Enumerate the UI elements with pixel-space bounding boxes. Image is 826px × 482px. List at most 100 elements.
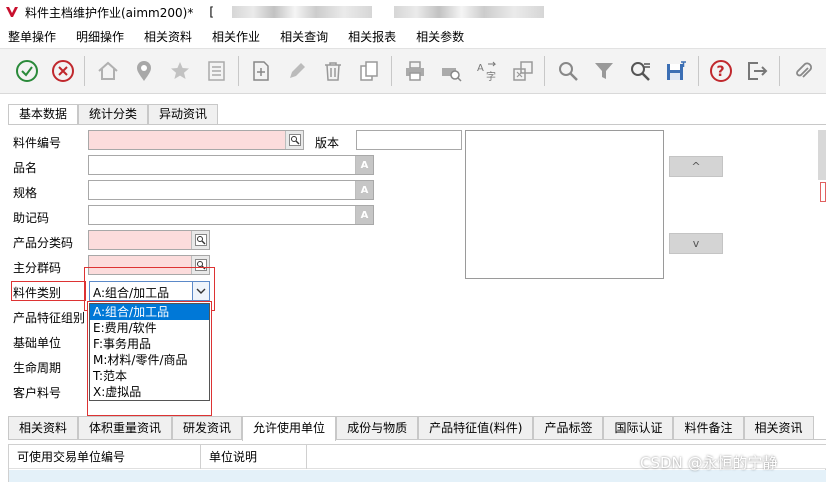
menu-item-batch[interactable]: 整单操作 bbox=[8, 28, 56, 45]
list-icon[interactable] bbox=[204, 58, 229, 84]
save-icon[interactable] bbox=[664, 58, 689, 84]
menu-item-detail[interactable]: 明细操作 bbox=[76, 28, 124, 45]
mnemonic-label: 助记码 bbox=[13, 211, 50, 225]
toolbar-separator bbox=[544, 56, 546, 86]
toolbar-separator bbox=[84, 56, 86, 86]
tab-change-info[interactable]: 异动资讯 bbox=[148, 104, 219, 124]
trash-icon[interactable] bbox=[321, 58, 346, 84]
tab-composition[interactable]: 成份与物质 bbox=[336, 416, 419, 439]
version-field[interactable] bbox=[356, 130, 462, 150]
item-type-dropdown: A:组合/加工品 E:费用/软件 F:事务用品 M:材料/零件/商品 T:范本 … bbox=[87, 301, 212, 416]
spec-label: 规格 bbox=[13, 186, 38, 200]
tab-product-label[interactable]: 产品标签 bbox=[533, 416, 604, 439]
menu-item-related-ops[interactable]: 相关作业 bbox=[212, 28, 260, 45]
mnemonic-field[interactable]: A bbox=[88, 205, 374, 225]
item-type-value: A:组合/加工品 bbox=[93, 286, 170, 300]
column-header-unit-desc[interactable]: 单位说明 bbox=[201, 445, 307, 469]
search-icon[interactable] bbox=[555, 58, 580, 84]
item-image-box bbox=[465, 130, 664, 279]
item-type-select[interactable]: A:组合/加工品 bbox=[89, 281, 210, 301]
detail-tabs: 相关资料 体积重量资讯 研发资讯 允许使用单位 成份与物质 产品特征值(料件) … bbox=[8, 416, 826, 441]
tab-rd-info[interactable]: 研发资讯 bbox=[172, 416, 243, 439]
dropdown-option[interactable]: M:材料/零件/商品 bbox=[90, 352, 209, 368]
item-no-label: 料件编号 bbox=[13, 136, 62, 150]
toolbar-separator bbox=[697, 56, 699, 86]
window-title: 料件主档维护作业(aimm200)* bbox=[25, 5, 194, 20]
print-icon[interactable] bbox=[402, 58, 427, 84]
spec-field[interactable]: A bbox=[88, 180, 374, 200]
tab-item-notes[interactable]: 料件备注 bbox=[673, 416, 744, 439]
tab-intl-cert[interactable]: 国际认证 bbox=[603, 416, 674, 439]
chevron-down-icon[interactable] bbox=[192, 282, 209, 300]
menu-item-related-report[interactable]: 相关报表 bbox=[348, 28, 396, 45]
dropdown-option[interactable]: F:事务用品 bbox=[90, 336, 209, 352]
tab-related-data[interactable]: 相关资料 bbox=[8, 416, 79, 439]
title-bar: 料件主档维护作业(aimm200)* [ bbox=[0, 0, 826, 24]
new-document-icon[interactable] bbox=[249, 58, 274, 84]
watermark: CSDN @永恒的宁静 bbox=[640, 454, 778, 472]
menu-item-related-params[interactable]: 相关参数 bbox=[416, 28, 464, 45]
lookup-icon[interactable] bbox=[191, 231, 209, 249]
svg-text:字: 字 bbox=[486, 70, 496, 82]
menu-bar: 整单操作 明细操作 相关资料 相关作业 相关查询 相关报表 相关参数 bbox=[0, 26, 476, 46]
multilang-icon[interactable]: A bbox=[355, 156, 373, 174]
toolbar-separator bbox=[391, 56, 392, 86]
blurred-title-segment bbox=[232, 6, 373, 18]
pencil-icon[interactable] bbox=[285, 58, 310, 84]
copy-icon[interactable] bbox=[357, 58, 382, 84]
version-label: 版本 bbox=[315, 136, 340, 150]
main-group-label: 主分群码 bbox=[13, 261, 62, 275]
export-icon[interactable] bbox=[510, 58, 535, 84]
column-header-unit-no[interactable]: 可使用交易单位编号 bbox=[9, 445, 201, 469]
nav-down-button[interactable]: v bbox=[669, 233, 723, 254]
tab-feature-values[interactable]: 产品特征值(料件) bbox=[418, 416, 534, 439]
item-no-field[interactable] bbox=[88, 130, 304, 150]
dropdown-list: A:组合/加工品 E:费用/软件 F:事务用品 M:材料/零件/商品 T:范本 … bbox=[89, 303, 210, 401]
tab-statistics-class[interactable]: 统计分类 bbox=[78, 104, 149, 124]
multilang-icon[interactable]: A bbox=[355, 181, 373, 199]
multilang-icon[interactable]: A bbox=[355, 206, 373, 224]
app-logo-icon bbox=[6, 7, 18, 17]
star-icon[interactable] bbox=[167, 58, 192, 84]
dropdown-option[interactable]: A:组合/加工品 bbox=[90, 304, 209, 320]
toolbar-separator bbox=[779, 56, 780, 86]
title-bracket: [ bbox=[209, 5, 215, 19]
tab-basic-data[interactable]: 基本数据 bbox=[8, 104, 79, 125]
menu-item-related-query[interactable]: 相关查询 bbox=[280, 28, 328, 45]
dropdown-option[interactable]: X:虚拟品 bbox=[90, 384, 209, 400]
help-icon[interactable]: ? bbox=[709, 58, 734, 84]
advanced-search-icon[interactable] bbox=[628, 58, 653, 84]
filter-icon[interactable] bbox=[592, 58, 617, 84]
check-circle-icon[interactable] bbox=[14, 58, 39, 84]
dropdown-option[interactable]: T:范本 bbox=[90, 368, 209, 384]
tab-allowed-units[interactable]: 允许使用单位 bbox=[242, 416, 337, 441]
nav-up-button[interactable]: ^ bbox=[669, 156, 723, 177]
product-class-label: 产品分类码 bbox=[13, 236, 74, 250]
svg-text:A: A bbox=[477, 63, 484, 74]
toolbar: A字 ? bbox=[0, 48, 826, 94]
exit-icon[interactable] bbox=[745, 58, 770, 84]
dropdown-option[interactable]: E:费用/软件 bbox=[90, 320, 209, 336]
base-unit-label: 基础单位 bbox=[13, 336, 62, 350]
cancel-circle-icon[interactable] bbox=[50, 58, 75, 84]
product-feature-label: 产品特征组别 bbox=[13, 311, 86, 325]
home-icon[interactable] bbox=[95, 58, 120, 84]
item-type-label: 料件类别 bbox=[13, 286, 62, 300]
side-field[interactable] bbox=[820, 182, 826, 202]
lifecycle-label: 生命周期 bbox=[13, 361, 62, 375]
location-pin-icon[interactable] bbox=[131, 58, 156, 84]
main-tabs: 基本数据 统计分类 异动资讯 bbox=[8, 104, 219, 125]
scrollbar[interactable] bbox=[818, 130, 826, 180]
blurred-title-segment bbox=[394, 6, 545, 18]
product-class-field[interactable] bbox=[88, 230, 210, 250]
print-preview-icon[interactable] bbox=[438, 58, 463, 84]
tab-volume-weight[interactable]: 体积重量资讯 bbox=[78, 416, 173, 439]
menu-item-related-data[interactable]: 相关资料 bbox=[144, 28, 192, 45]
name-label: 品名 bbox=[13, 161, 38, 175]
lookup-icon[interactable] bbox=[285, 131, 303, 149]
name-field[interactable]: A bbox=[88, 155, 374, 175]
tab-related-info[interactable]: 相关资讯 bbox=[743, 416, 814, 439]
attachment-icon[interactable] bbox=[790, 58, 815, 84]
translate-icon[interactable]: A字 bbox=[474, 58, 499, 84]
customer-no-label: 客户料号 bbox=[13, 386, 62, 400]
